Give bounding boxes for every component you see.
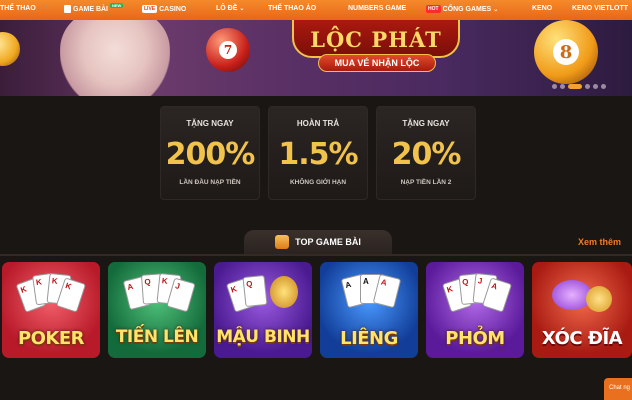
ball-number: 8 bbox=[553, 39, 579, 65]
lottery-ball-left bbox=[0, 32, 20, 66]
banner-model-image bbox=[60, 20, 170, 96]
nav-label: GAME BÀI bbox=[73, 5, 108, 13]
nav-the-thao-ao[interactable]: THỂ THAO ẢO bbox=[268, 5, 316, 12]
promo-desc: LẦN ĐẦU NẠP TIỀN bbox=[179, 179, 241, 186]
nav-casino[interactable]: LIVE CASINO bbox=[142, 5, 186, 13]
ball-number: 7 bbox=[219, 41, 237, 59]
banner-logo: LỘC PHÁT bbox=[292, 20, 460, 58]
promo-desc: KHÔNG GIỚI HẠN bbox=[289, 179, 347, 186]
banner-title: LỘC PHÁT bbox=[310, 27, 442, 52]
nav-numbers-game[interactable]: NUMBERS GAME bbox=[348, 5, 406, 12]
carousel-dot[interactable] bbox=[560, 84, 565, 89]
section-divider bbox=[0, 254, 632, 256]
carousel-dot-active[interactable] bbox=[568, 84, 582, 89]
promo-value: 1.5% bbox=[278, 137, 358, 172]
game-card-lieng[interactable]: A A A LIÊNG bbox=[320, 262, 418, 358]
game-title: PHỎM bbox=[445, 328, 505, 349]
nav-label: CASINO bbox=[159, 5, 187, 13]
nav-label: CỔNG GAMES bbox=[442, 5, 492, 13]
lottery-ball-7: 7 bbox=[206, 28, 250, 72]
cards-icon bbox=[64, 5, 71, 13]
promo-desc: NẠP TIỀN LẦN 2 bbox=[400, 179, 452, 186]
playing-cards-icon: K Q J A bbox=[440, 272, 513, 318]
nav-keno-vietlott[interactable]: KENO VIETLOTT bbox=[572, 5, 628, 12]
nav-game-bai[interactable]: GAME BÀI NEW bbox=[64, 3, 124, 13]
promo-value: 20% bbox=[391, 137, 462, 172]
promo-card[interactable]: HOÀN TRẢ 1.5% KHÔNG GIỚI HẠN bbox=[268, 106, 368, 200]
hot-tag: HOT bbox=[426, 5, 441, 13]
card-game-icon bbox=[275, 235, 290, 249]
live-tag: LIVE bbox=[142, 5, 158, 13]
see-more-link[interactable]: Xem thêm bbox=[578, 237, 621, 247]
nav-label: LÔ ĐỀ bbox=[216, 5, 238, 12]
chat-button[interactable]: Chat ng bbox=[604, 378, 632, 400]
banner-subtitle: MUA VÉ NHẬN LỘC bbox=[318, 54, 436, 72]
lottery-ball-8: 8 bbox=[534, 20, 598, 84]
game-title: LIÊNG bbox=[340, 328, 398, 349]
promo-title: HOÀN TRẢ bbox=[296, 119, 340, 128]
chevron-down-icon: ⌄ bbox=[239, 6, 245, 12]
nav-label: NUMBERS GAME bbox=[348, 5, 407, 12]
nav-label: THỂ THAO ẢO bbox=[268, 5, 317, 12]
game-title: XÓC ĐĨA bbox=[541, 328, 623, 349]
game-title: POKER bbox=[17, 328, 85, 349]
section-title: TOP GAME BÀI bbox=[295, 237, 361, 247]
game-title: TIẾN LÊN bbox=[115, 327, 199, 347]
nav-keno[interactable]: KENO bbox=[532, 5, 552, 12]
nav-lo-de[interactable]: LÔ ĐỀ ⌄ bbox=[216, 5, 244, 12]
game-title: MẬU BINH bbox=[216, 327, 310, 347]
carousel-dot[interactable] bbox=[593, 84, 598, 89]
promo-title: TẶNG NGAY bbox=[402, 119, 450, 128]
playing-cards-icon: A A A bbox=[334, 272, 404, 318]
carousel-dot[interactable] bbox=[585, 84, 590, 89]
new-badge: NEW bbox=[110, 3, 124, 8]
game-card-mau-binh[interactable]: K Q MẬU BINH bbox=[214, 262, 312, 358]
nav-the-thao[interactable]: THỂ THAO bbox=[0, 5, 36, 12]
nav-label: KENO bbox=[532, 5, 553, 12]
carousel-dot[interactable] bbox=[552, 84, 557, 89]
promo-banner[interactable]: 7 LỘC PHÁT MUA VÉ NHẬN LỘC 8 bbox=[0, 20, 632, 96]
game-card-poker[interactable]: K K K K POKER bbox=[2, 262, 100, 358]
nav-label: THỂ THAO bbox=[0, 5, 36, 12]
playing-cards-icon: K K K K bbox=[15, 272, 87, 318]
chevron-down-icon: ⌄ bbox=[493, 6, 499, 13]
dice-bowl-icon bbox=[546, 272, 616, 318]
playing-cards-icon: K Q bbox=[225, 272, 298, 318]
playing-cards-icon: A Q K J bbox=[122, 272, 196, 318]
promo-card[interactable]: TẶNG NGAY 200% LẦN ĐẦU NẠP TIỀN bbox=[160, 106, 260, 200]
carousel-dot[interactable] bbox=[601, 84, 606, 89]
game-card-xoc-dia[interactable]: XÓC ĐĨA bbox=[532, 262, 632, 358]
nav-label: KENO VIETLOTT bbox=[572, 5, 628, 12]
game-card-phom[interactable]: K Q J A PHỎM bbox=[426, 262, 524, 358]
promo-title: TẶNG NGAY bbox=[186, 119, 234, 128]
top-nav: THỂ THAO GAME BÀI NEW LIVE CASINO LÔ ĐỀ … bbox=[0, 0, 632, 20]
promo-value: 200% bbox=[165, 137, 256, 172]
game-card-tien-len[interactable]: A Q K J TIẾN LÊN bbox=[108, 262, 206, 358]
nav-cong-games[interactable]: HOT CỔNG GAMES ⌄ bbox=[426, 5, 498, 13]
promo-card[interactable]: TẶNG NGAY 20% NẠP TIỀN LẦN 2 bbox=[376, 106, 476, 200]
carousel-dots bbox=[552, 84, 606, 89]
section-header: TOP GAME BÀI bbox=[244, 230, 392, 254]
